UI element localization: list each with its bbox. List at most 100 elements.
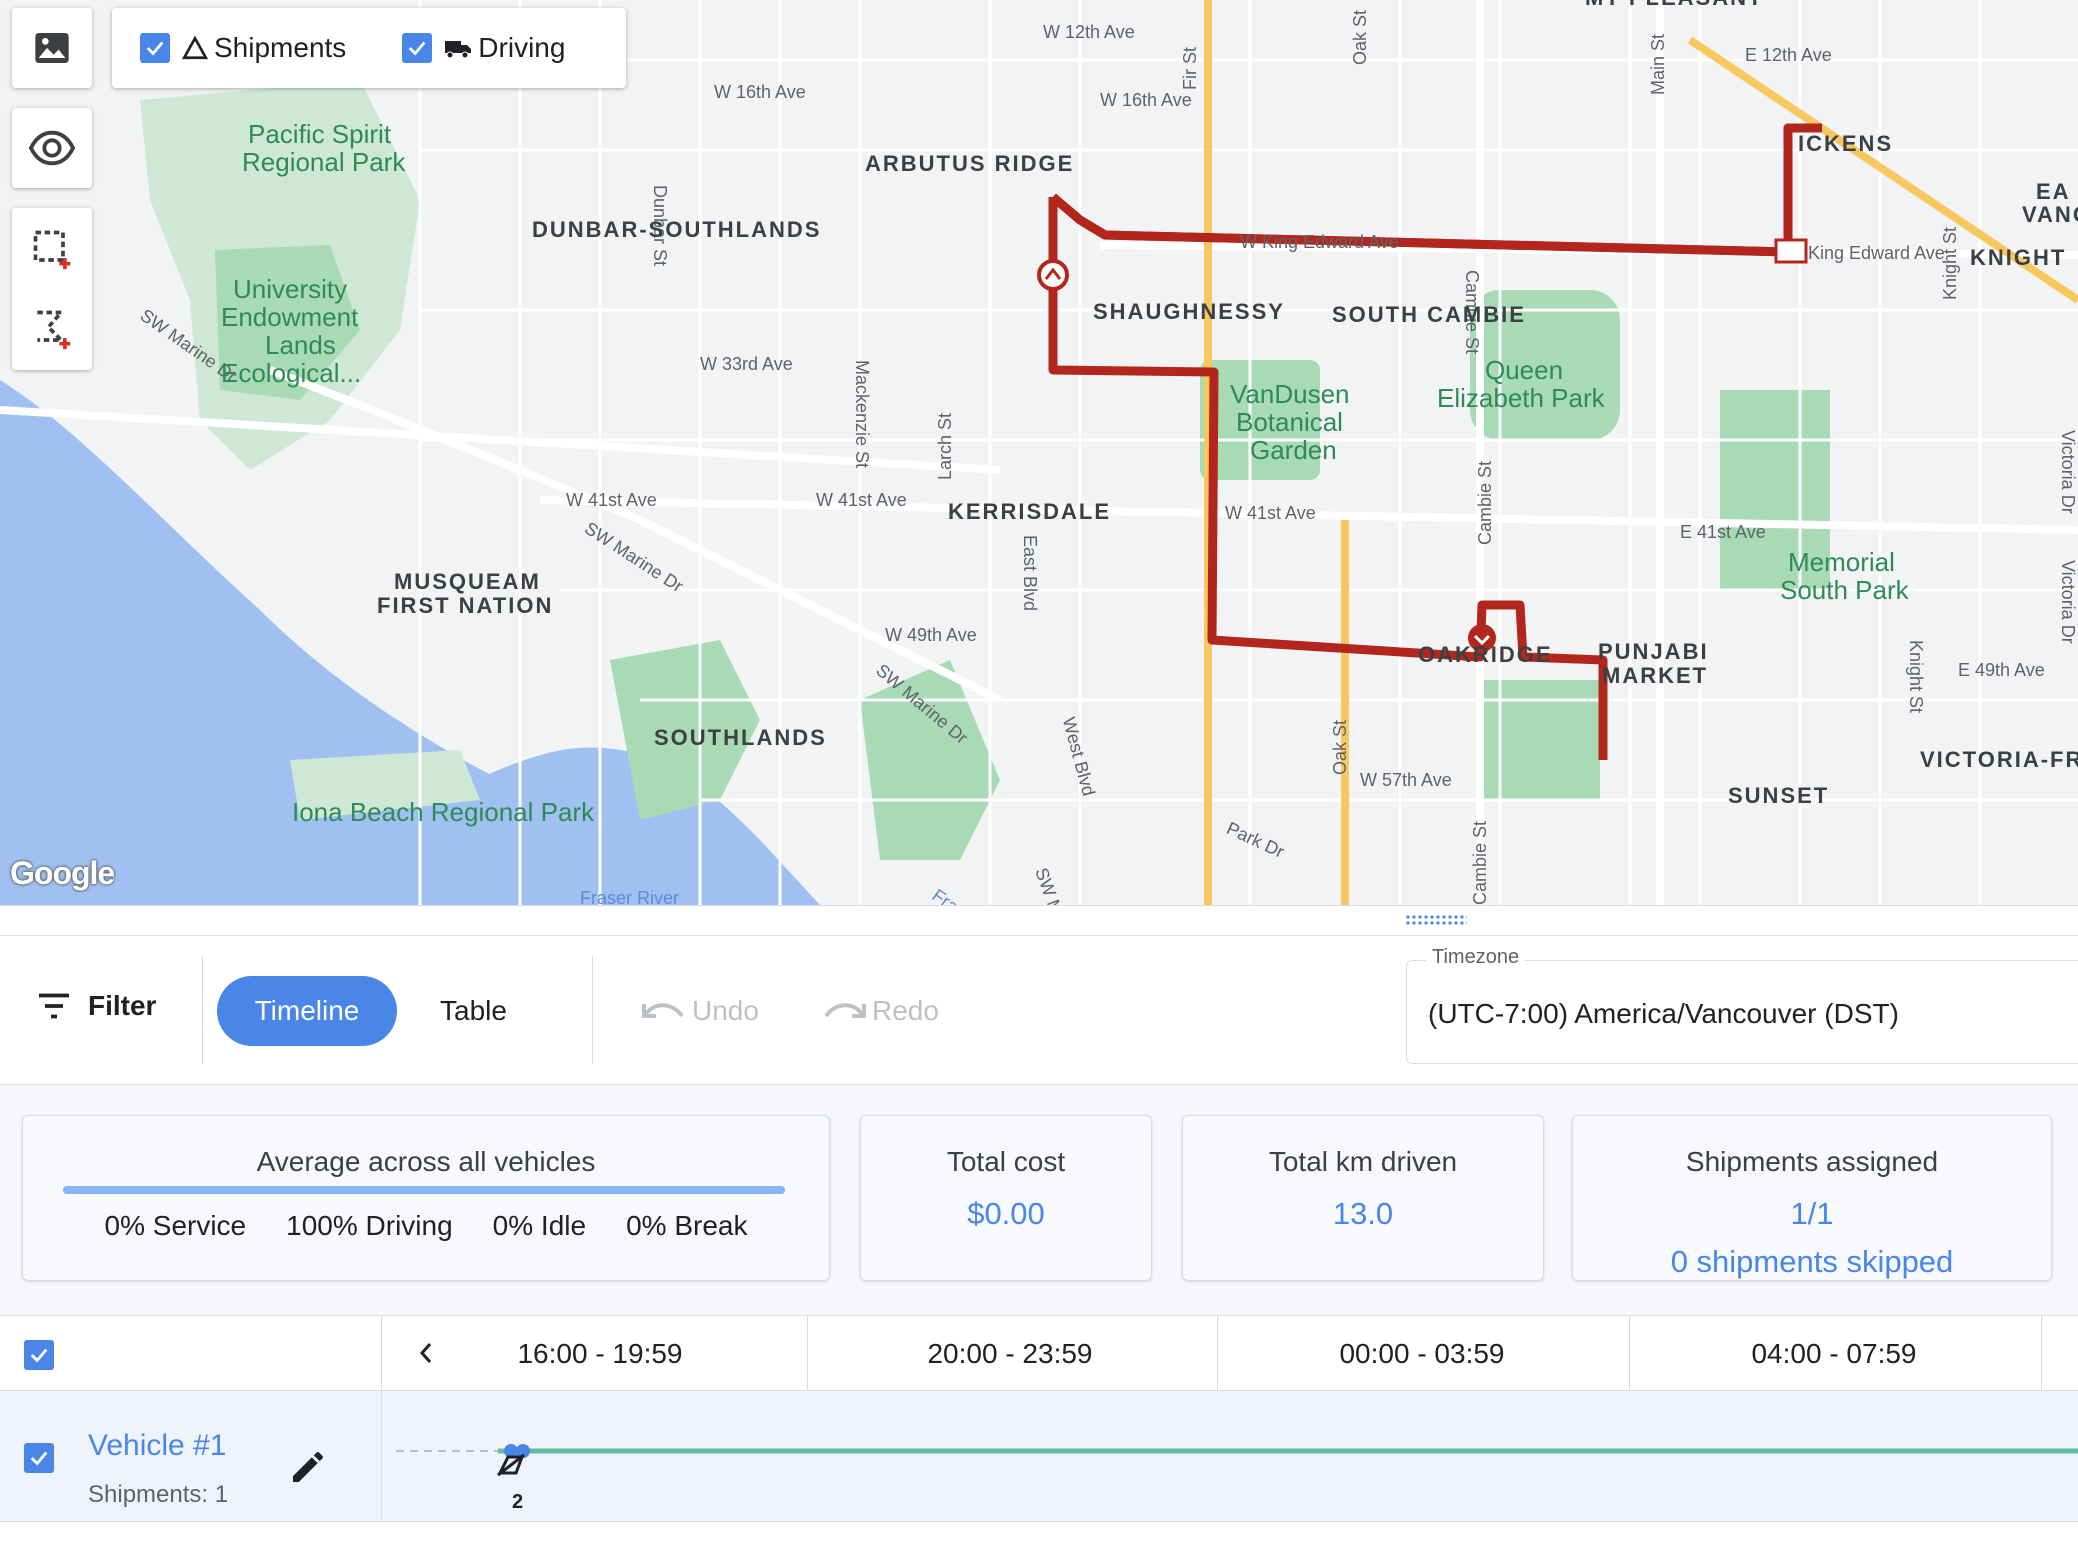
total-cost-value: $0.00	[967, 1196, 1045, 1231]
redo-label: Redo	[872, 995, 939, 1026]
street-label: W 12th Ave	[1043, 22, 1135, 42]
neighborhood-label: SOUTHLANDS	[654, 725, 827, 750]
time-slot: 16:00 - 19:59	[517, 1338, 683, 1369]
total-cost-card: Total cost $0.00	[860, 1115, 1152, 1281]
neighborhood-label: EA	[2036, 179, 2071, 204]
redo-button[interactable]: Redo	[822, 976, 939, 1046]
street-label: Victoria Dr	[2058, 560, 2078, 644]
street-label: Main St	[1648, 33, 1668, 95]
timeline-header: 16:00 - 19:59 20:00 - 23:59 00:00 - 03:5…	[0, 1316, 2078, 1391]
table-row[interactable]: Vehicle #1 Shipments: 1 2	[0, 1391, 2078, 1522]
street-label: W 33rd Ave	[700, 354, 793, 374]
average-card: Average across all vehicles 0% Service 1…	[22, 1115, 830, 1281]
select-all-checkbox[interactable]	[24, 1340, 54, 1370]
chevron-left-icon[interactable]	[414, 1338, 438, 1368]
time-slot: 00:00 - 03:59	[1339, 1338, 1505, 1369]
street-label: E 49th Ave	[1958, 660, 2045, 680]
checkbox-checked-icon[interactable]	[402, 33, 433, 63]
total-km-title: Total km driven	[1268, 1146, 1458, 1177]
timeline-grid: 16:00 - 19:59 20:00 - 23:59 00:00 - 03:5…	[0, 1315, 2078, 1541]
neighborhood-label: ICKENS	[1798, 131, 1894, 156]
neighborhood-label: SHAUGHNESSY	[1093, 299, 1285, 324]
image-icon	[35, 33, 69, 63]
map[interactable]: W 12th Ave E 12th Ave W 16th Ave W 16th …	[0, 0, 2078, 905]
shipments-layer-toggle[interactable]: Shipments	[140, 32, 346, 64]
time-slot: 04:00 - 07:59	[1751, 1338, 1917, 1369]
select-polygon-icon[interactable]	[30, 307, 74, 351]
idle-percent: 0% Idle	[492, 1210, 587, 1241]
park-label: Regional Park	[242, 147, 406, 177]
neighborhood-label: MUSQUEAM	[394, 569, 541, 594]
shipments-title: Shipments assigned	[1685, 1146, 1939, 1177]
drag-handle-icon[interactable]	[1405, 914, 1467, 926]
visibility-button[interactable]	[12, 108, 92, 188]
select-rectangle-icon[interactable]	[30, 227, 74, 271]
park-label: Pacific Spirit	[248, 119, 392, 149]
vehicle-name-link[interactable]: Vehicle #1	[88, 1429, 226, 1463]
street-label: W 16th Ave	[714, 82, 806, 102]
filter-icon	[39, 993, 69, 1019]
total-km-value: 13.0	[1332, 1196, 1394, 1231]
park-label: Memorial	[1788, 547, 1895, 577]
street-label: Knight St	[1906, 640, 1926, 714]
service-percent: 0% Service	[104, 1210, 247, 1241]
shipments-assigned-value: 1/1	[1790, 1196, 1834, 1231]
street-label: East Blvd	[1020, 535, 1040, 612]
tab-timeline[interactable]: Timeline	[217, 976, 397, 1046]
vehicle-checkbox[interactable]	[24, 1443, 54, 1473]
toolbar: Filter Timeline Table Undo Redo Timezone…	[0, 936, 2078, 1085]
layer-toggle-panel: Shipments Driving	[112, 8, 626, 88]
street-label: Cambie St	[1470, 820, 1490, 905]
checkbox-checked-icon[interactable]	[140, 33, 170, 63]
redo-icon	[824, 1003, 866, 1018]
average-title: Average across all vehicles	[256, 1146, 596, 1177]
panel-resizer[interactable]	[0, 905, 2078, 936]
neighborhood-label: OAKRIDGE	[1418, 642, 1553, 667]
street-label: W King Edward Ave	[1240, 232, 1399, 252]
park-label: VanDusen	[1230, 379, 1350, 409]
park-label: South Park	[1780, 575, 1909, 605]
street-label: Mackenzie St	[852, 360, 872, 469]
vehicle-timeline-track[interactable]	[390, 1391, 2078, 1521]
driving-percent: 100% Driving	[286, 1210, 453, 1241]
street-label: W 41st Ave	[566, 490, 657, 510]
neighborhood-label: ARBUTUS RIDGE	[865, 151, 1075, 176]
street-label: Fir St	[1180, 47, 1200, 90]
street-label: E 41st Ave	[1680, 522, 1766, 542]
park-label: Ecological...	[221, 358, 362, 388]
timezone-value[interactable]: (UTC-7:00) America/Vancouver (DST)	[1428, 998, 1899, 1030]
park-label: University	[233, 274, 348, 304]
image-button[interactable]	[12, 8, 92, 88]
neighborhood-label: KERRISDALE	[948, 499, 1112, 524]
triangle-icon	[182, 35, 208, 60]
neighborhood-label: MARKET	[1602, 663, 1709, 688]
edit-pencil-icon[interactable]	[288, 1447, 328, 1487]
neighborhood-label: FIRST NATION	[377, 593, 554, 618]
total-cost-title: Total cost	[946, 1146, 1066, 1177]
activity-bar	[63, 1186, 785, 1194]
selection-tools	[12, 208, 92, 370]
shipments-card: Shipments assigned 1/1 0 shipments skipp…	[1572, 1115, 2052, 1281]
neighborhood-label: PUNJABI	[1598, 639, 1709, 664]
neighborhood-label: VICTORIA-FR	[1920, 747, 2078, 772]
street-label: W 16th Ave	[1100, 90, 1192, 110]
street-label: W 41st Ave	[816, 490, 907, 510]
driving-layer-label: Driving	[478, 32, 566, 63]
shipment-pair-icon[interactable]	[497, 1453, 525, 1477]
street-label: W 41st Ave	[1225, 503, 1316, 523]
filter-button[interactable]: Filter	[36, 990, 156, 1022]
park-label: Endowment	[221, 302, 359, 332]
undo-icon	[642, 1003, 684, 1018]
shipments-skipped-link[interactable]: 0 shipments skipped	[1573, 1244, 2051, 1280]
undo-button[interactable]: Undo	[642, 976, 759, 1046]
street-label: Oak St	[1330, 719, 1350, 775]
undo-label: Undo	[692, 995, 759, 1026]
driving-layer-toggle[interactable]: Driving	[402, 32, 565, 64]
shipments-layer-label: Shipments	[214, 32, 347, 63]
time-slot: 20:00 - 23:59	[927, 1338, 1093, 1369]
street-label: W 57th Ave	[1360, 770, 1452, 790]
tab-table[interactable]: Table	[440, 976, 507, 1046]
street-label: Cambie St	[1475, 460, 1495, 545]
river-label: Fraser River	[580, 888, 680, 905]
street-label: E 12th Ave	[1745, 45, 1832, 65]
